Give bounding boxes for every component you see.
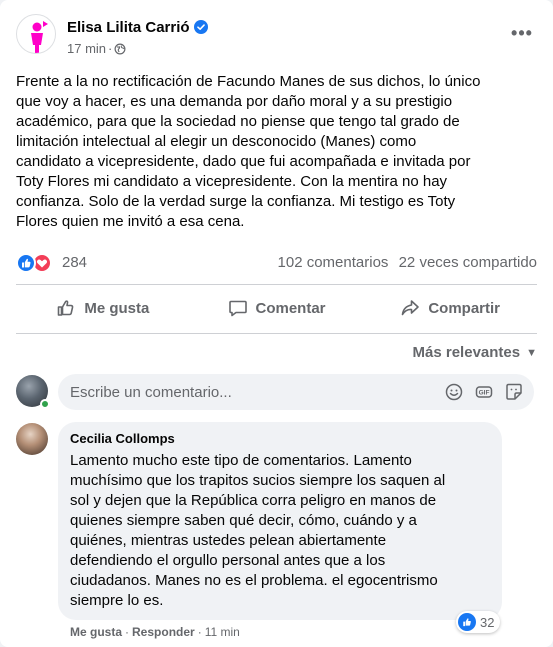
thumbs-up-icon	[58, 300, 74, 316]
like-button[interactable]: Me gusta	[16, 290, 190, 326]
comment-text: Lamento mucho este tipo de comentarios. …	[70, 452, 446, 609]
reaction-count[interactable]: 284	[62, 254, 87, 271]
comment-action-separator: ·	[125, 625, 130, 639]
author-name-text[interactable]: Elisa Lilita Carrió	[67, 19, 190, 36]
meta-separator: ·	[108, 41, 113, 56]
comment-reactions[interactable]: 32	[456, 611, 501, 633]
share-button[interactable]: Compartir	[363, 290, 537, 326]
comments-count-link[interactable]: 102 comentarios	[278, 254, 389, 271]
author-avatar[interactable]	[16, 14, 56, 54]
post-actions: Me gusta Comentar Compartir	[16, 290, 537, 326]
comment-input-icons: GIF	[444, 382, 524, 402]
like-reaction-icon	[16, 253, 36, 273]
comment-button[interactable]: Comentar	[190, 290, 364, 326]
like-button-label: Me gusta	[84, 299, 150, 317]
svg-text:GIF: GIF	[479, 390, 490, 397]
reactions-bar: 284 102 comentarios 22 veces compartido	[16, 251, 537, 275]
post-time[interactable]: 17 min	[67, 41, 106, 56]
comment-input-placeholder: Escribe un comentario...	[70, 384, 232, 401]
caret-down-icon: ▼	[526, 347, 537, 359]
share-arrow-icon	[402, 300, 420, 316]
comment-reply-link[interactable]: Responder	[132, 625, 195, 639]
comment-like-link[interactable]: Me gusta	[70, 625, 122, 639]
comment-button-label: Comentar	[255, 299, 326, 317]
online-status-dot	[40, 399, 50, 409]
post-header: Elisa Lilita Carrió 17 min · •••	[16, 12, 537, 62]
author-avatar-figure-icon	[31, 21, 48, 53]
comment-bubble: Cecilia Collomps Lamento mucho este tipo…	[58, 422, 502, 620]
emoji-icon[interactable]	[444, 382, 464, 402]
sticker-icon[interactable]	[504, 382, 524, 402]
divider-top	[16, 284, 537, 285]
comment-sort-label: Más relevantes	[412, 344, 521, 361]
comment-like-reaction-icon	[458, 613, 476, 631]
post-stats: 102 comentarios 22 veces compartido	[272, 254, 537, 271]
verified-badge-icon	[193, 20, 208, 34]
post-text: Frente a la no rectificación de Facundo …	[16, 73, 481, 230]
comment-action-separator-2: ·	[197, 625, 202, 639]
author-name[interactable]: Elisa Lilita Carrió	[67, 19, 208, 36]
speech-bubble-icon	[228, 300, 247, 317]
share-button-label: Compartir	[428, 299, 501, 317]
divider-bottom	[16, 333, 537, 334]
commenter-avatar[interactable]	[16, 423, 48, 455]
commenter-name[interactable]: Cecilia Collomps	[70, 430, 490, 448]
comment-reaction-count: 32	[480, 614, 495, 630]
globe-icon	[114, 43, 126, 55]
post-card: Elisa Lilita Carrió 17 min · ••• Frente a…	[0, 0, 553, 647]
comment-actions: Me gusta · Responder · 11 min	[70, 625, 240, 639]
comment-time[interactable]: 11 min	[205, 625, 240, 639]
post-meta: 17 min ·	[67, 41, 126, 56]
more-options-button[interactable]: •••	[507, 24, 537, 48]
gif-icon[interactable]: GIF	[474, 382, 494, 402]
comment-sort-dropdown[interactable]: Más relevantes ▼	[413, 344, 537, 361]
comment-input[interactable]: Escribe un comentario... GIF	[58, 374, 534, 410]
shares-count-link[interactable]: 22 veces compartido	[399, 254, 537, 271]
